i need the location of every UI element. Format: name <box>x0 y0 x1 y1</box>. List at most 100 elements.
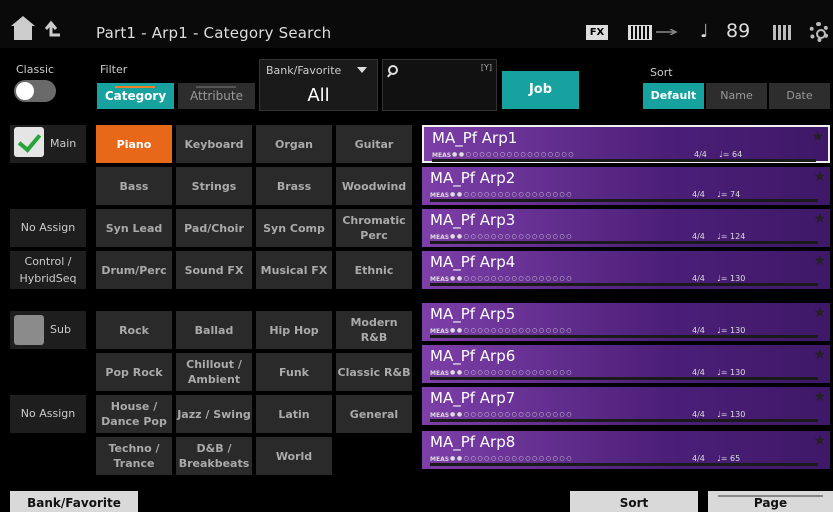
star-icon[interactable]: ★ <box>813 433 826 449</box>
arp-list-item[interactable]: MA_Pf Arp7 MEAS ●●○○○○○○○○○○○○○○○○ 4/4 ♩… <box>422 387 830 425</box>
no-assign-button-sub[interactable]: No Assign <box>10 395 86 433</box>
arp-tempo: ♩= 130 <box>717 274 746 283</box>
tab-attribute[interactable]: Attribute <box>178 83 255 109</box>
control-hybridseq-button[interactable]: Control / HybridSeq <box>10 251 86 289</box>
page-button[interactable]: Page <box>708 491 833 512</box>
arp-name: MA_Pf Arp8 <box>430 433 516 451</box>
search-icon <box>388 65 398 75</box>
subcategory-general[interactable]: General <box>336 395 412 433</box>
arp-list-item[interactable]: MA_Pf Arp5 MEAS ●●○○○○○○○○○○○○○○○○ 4/4 ♩… <box>422 303 830 341</box>
category-keyboard[interactable]: Keyboard <box>176 125 252 163</box>
home-icon[interactable] <box>11 16 35 40</box>
subcategory-modern-rnb[interactable]: Modern R&B <box>336 311 412 349</box>
sort-button[interactable]: Sort <box>570 491 698 512</box>
arp-meas-label: MEAS <box>432 152 452 159</box>
sort-date-button[interactable]: Date <box>769 83 830 109</box>
sort-default-button[interactable]: Default <box>643 83 704 109</box>
subcategory-classic-rnb[interactable]: Classic R&B <box>336 353 412 391</box>
arp-meas-label: MEAS <box>430 192 450 199</box>
arp-name: MA_Pf Arp4 <box>430 253 516 271</box>
category-sound-fx[interactable]: Sound FX <box>176 251 252 289</box>
arp-time-signature: 4/4 <box>694 150 707 159</box>
tempo-note-icon: ♩ <box>700 21 709 42</box>
subcategory-jazz-swing[interactable]: Jazz / Swing <box>176 395 252 433</box>
arp-progress-track <box>430 419 818 422</box>
arp-tempo: ♩= 124 <box>717 232 746 241</box>
tempo-value[interactable]: 89 <box>726 20 750 42</box>
keyboard-icon <box>628 25 652 40</box>
bank-favorite-label: Bank/Favorite <box>266 64 342 77</box>
category-brass[interactable]: Brass <box>256 167 332 205</box>
classic-toggle[interactable] <box>14 80 56 102</box>
arp-time-signature: 4/4 <box>692 232 705 241</box>
sort-name-button[interactable]: Name <box>706 83 767 109</box>
arp-meas-label: MEAS <box>430 234 450 241</box>
bank-favorite-value: All <box>307 85 330 106</box>
arp-progress-track <box>430 241 818 244</box>
bank-favorite-button[interactable]: Bank/Favorite <box>10 491 138 512</box>
grid-icon[interactable] <box>773 25 791 40</box>
arp-time-signature: 4/4 <box>692 454 705 463</box>
subcategory-house-dance-pop[interactable]: House / Dance Pop <box>96 395 172 433</box>
category-organ[interactable]: Organ <box>256 125 332 163</box>
subcategory-funk[interactable]: Funk <box>256 353 332 391</box>
star-icon[interactable]: ★ <box>811 129 824 145</box>
star-icon[interactable]: ★ <box>813 305 826 321</box>
subcategory-pop-rock[interactable]: Pop Rock <box>96 353 172 391</box>
category-strings[interactable]: Strings <box>176 167 252 205</box>
star-icon[interactable]: ★ <box>813 347 826 363</box>
star-icon[interactable]: ★ <box>813 169 826 185</box>
main-checkbox[interactable] <box>14 127 44 157</box>
measure-dots: ●●○○○○○○○○○○○○○○○○ <box>450 369 574 376</box>
job-button[interactable]: Job <box>502 71 579 109</box>
arp-list-item[interactable]: MA_Pf Arp4 MEAS ●●○○○○○○○○○○○○○○○○ 4/4 ♩… <box>422 251 830 289</box>
arp-list-item[interactable]: MA_Pf Arp2 MEAS ●●○○○○○○○○○○○○○○○○ 4/4 ♩… <box>422 167 830 205</box>
back-icon[interactable] <box>42 20 62 40</box>
arp-list-item[interactable]: MA_Pf Arp8 MEAS ●●○○○○○○○○○○○○○○○○ 4/4 ♩… <box>422 431 830 469</box>
star-icon[interactable]: ★ <box>813 253 826 269</box>
subcategory-dnb-breakbeats[interactable]: D&B / Breakbeats <box>176 437 252 475</box>
category-syn-comp[interactable]: Syn Comp <box>256 209 332 247</box>
category-guitar[interactable]: Guitar <box>336 125 412 163</box>
arp-meas-label: MEAS <box>430 276 450 283</box>
top-bar: Part1 - Arp1 - Category Search FX ♩ 89 <box>0 0 833 48</box>
subcategory-hip-hop[interactable]: Hip Hop <box>256 311 332 349</box>
category-syn-lead[interactable]: Syn Lead <box>96 209 172 247</box>
arp-time-signature: 4/4 <box>692 410 705 419</box>
filter-label: Filter <box>100 63 128 76</box>
subcategory-latin[interactable]: Latin <box>256 395 332 433</box>
subcategory-ballad[interactable]: Ballad <box>176 311 252 349</box>
tab-category[interactable]: Category <box>97 83 174 109</box>
arp-progress-track <box>430 377 818 380</box>
arp-name: MA_Pf Arp5 <box>430 305 516 323</box>
arp-list-item[interactable]: MA_Pf Arp3 MEAS ●●○○○○○○○○○○○○○○○○ 4/4 ♩… <box>422 209 830 247</box>
sub-checkbox[interactable] <box>14 315 44 345</box>
arp-name: MA_Pf Arp7 <box>430 389 516 407</box>
arp-list-item[interactable]: MA_Pf Arp6 MEAS ●●○○○○○○○○○○○○○○○○ 4/4 ♩… <box>422 345 830 383</box>
gear-icon[interactable] <box>809 22 829 42</box>
arp-tempo: ♩= 65 <box>717 454 741 463</box>
category-bass[interactable]: Bass <box>96 167 172 205</box>
category-drum-perc[interactable]: Drum/Perc <box>96 251 172 289</box>
bank-favorite-select[interactable]: Bank/Favorite All <box>259 59 378 111</box>
category-musical-fx[interactable]: Musical FX <box>256 251 332 289</box>
category-piano[interactable]: Piano <box>96 125 172 163</box>
star-icon[interactable]: ★ <box>813 389 826 405</box>
star-icon[interactable]: ★ <box>813 211 826 227</box>
category-pad-choir[interactable]: Pad/Choir <box>176 209 252 247</box>
category-woodwind[interactable]: Woodwind <box>336 167 412 205</box>
category-chromatic-perc[interactable]: Chromatic Perc <box>336 209 412 247</box>
no-assign-button-main[interactable]: No Assign <box>10 209 86 247</box>
subcategory-chillout-ambient[interactable]: Chillout / Ambient <box>176 353 252 391</box>
fx-badge: FX <box>586 25 608 40</box>
arp-name: MA_Pf Arp2 <box>430 169 516 187</box>
classic-label: Classic <box>16 63 55 76</box>
search-input[interactable]: [Y] <box>382 59 497 111</box>
subcategory-techno-trance[interactable]: Techno / Trance <box>96 437 172 475</box>
arp-list-item[interactable]: MA_Pf Arp1 MEAS ●●○○○○○○○○○○○○○○○○ 4/4 ♩… <box>422 125 830 163</box>
subcategory-rock[interactable]: Rock <box>96 311 172 349</box>
arp-name: MA_Pf Arp3 <box>430 211 516 229</box>
arp-meas-label: MEAS <box>430 328 450 335</box>
category-ethnic[interactable]: Ethnic <box>336 251 412 289</box>
subcategory-world[interactable]: World <box>256 437 332 475</box>
